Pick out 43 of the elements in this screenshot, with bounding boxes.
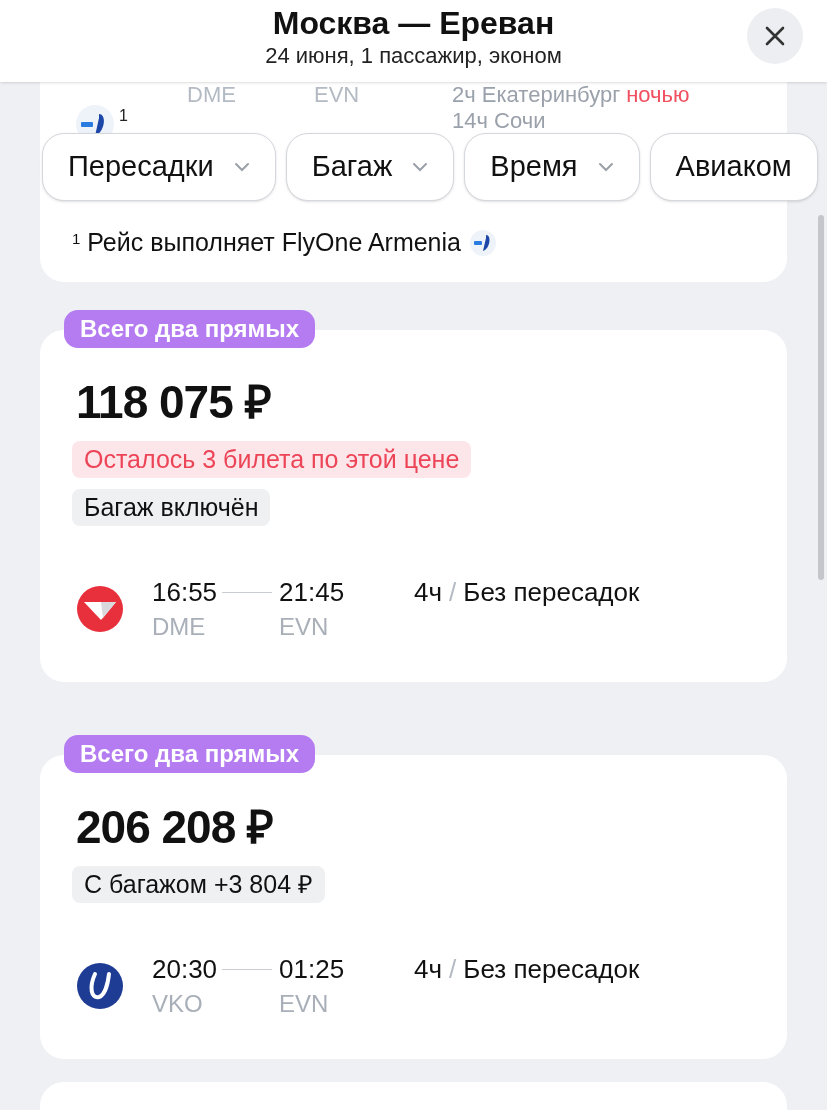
footnote-text: $^{1}$ Рейс выполняет FlyOne Armenia <box>72 227 461 258</box>
airport-code: EVN <box>279 611 330 642</box>
screen-subtitle: 24 июня, 1 пассажир, эконом <box>265 42 562 70</box>
screen-title: Москва — Ереван <box>272 4 555 42</box>
offer-badge: Всего два прямых <box>64 309 316 348</box>
close-icon <box>764 25 786 47</box>
airport-code: EVN <box>314 82 361 108</box>
price: 206 208 ₽ <box>76 800 275 853</box>
departure-time: 20:30 <box>152 952 218 986</box>
footnote-mark: 1 <box>119 106 128 126</box>
connection-text: 2ч Екатеринбург <box>452 82 621 108</box>
filter-button[interactable]: Авиаком <box>649 133 818 201</box>
close-button[interactable] <box>747 8 803 64</box>
separator-slash: / <box>449 575 457 609</box>
separator-slash: / <box>449 952 457 986</box>
filter-button[interactable]: Багаж <box>285 133 455 201</box>
airline-logo-icon <box>468 228 497 257</box>
flight-duration: 4ч <box>414 575 443 609</box>
chevron-down-icon <box>597 162 614 172</box>
baggage-tag: С багажом +3 804 ₽ <box>72 865 325 903</box>
chevron-down-icon <box>412 162 429 172</box>
night-warning: ночью <box>626 82 690 108</box>
filter-button[interactable]: Время <box>464 133 640 201</box>
stops-info: Без пересадок <box>463 952 640 986</box>
connection-text: 14ч Сочи <box>452 108 546 134</box>
stops-info: Без пересадок <box>463 575 640 609</box>
availability-tag: Осталось 3 билета по этой цене <box>72 440 472 478</box>
price: 118 075 ₽ <box>76 375 272 428</box>
flight-duration: 4ч <box>414 952 443 986</box>
airport-code: EVN <box>279 988 330 1019</box>
airport-code: VKO <box>152 988 204 1019</box>
scrollbar[interactable] <box>818 215 824 580</box>
airport-code: DME <box>187 82 237 108</box>
baggage-tag: Багаж включён <box>72 488 271 526</box>
offer-badge: Всего два прямых <box>64 734 316 773</box>
filter-button[interactable]: Пересадки <box>42 133 276 201</box>
arrival-time: 21:45 <box>279 575 346 609</box>
airport-code: DME <box>152 611 207 642</box>
airline-logo-icon <box>76 584 124 633</box>
departure-time: 16:55 <box>152 575 218 609</box>
airline-logo-icon <box>76 961 124 1010</box>
chevron-down-icon <box>233 162 250 172</box>
arrival-time: 01:25 <box>279 952 346 986</box>
